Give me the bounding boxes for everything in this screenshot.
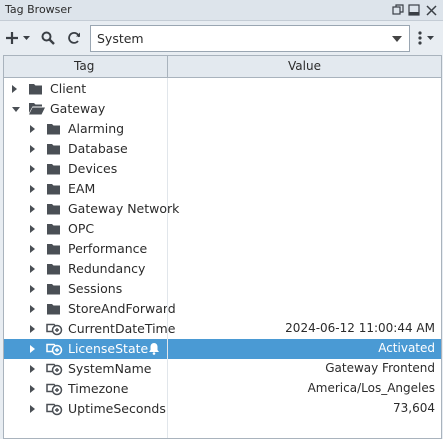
window-title: Tag Browser (5, 3, 72, 16)
folder-icon (46, 141, 62, 156)
expand-arrow-icon[interactable] (30, 125, 35, 133)
float-window-icon[interactable] (390, 2, 406, 18)
chevron-down-icon (392, 36, 402, 42)
expand-arrow-icon[interactable] (30, 345, 35, 353)
add-tag-button[interactable] (6, 28, 32, 48)
folder-icon (46, 181, 62, 196)
tree-row[interactable]: Gateway (4, 99, 441, 119)
folder-icon (46, 281, 62, 296)
expand-arrow-icon[interactable] (30, 325, 35, 333)
column-divider-line (167, 78, 168, 438)
tag-value: 73,604 (393, 401, 435, 415)
expand-arrow-icon[interactable] (30, 185, 35, 193)
tree-row[interactable]: Client (4, 79, 441, 99)
tag-provider-select[interactable]: System (90, 25, 410, 52)
tag-name: StoreAndForward (68, 301, 176, 316)
tag-tree-table: Tag Value Client Gateway Alarming Database D… (3, 55, 442, 439)
refresh-icon[interactable] (66, 28, 82, 48)
tree-row[interactable]: Database (4, 139, 441, 159)
tag-browser-window: Tag Browser System Tag Value Client Gate… (0, 0, 443, 439)
tag-name: EAM (68, 181, 96, 196)
expand-arrow-icon[interactable] (30, 205, 35, 213)
tag-name: Gateway (50, 101, 106, 116)
tree-row[interactable]: EAM (4, 179, 441, 199)
expand-arrow-icon[interactable] (30, 385, 35, 393)
expand-arrow-icon[interactable] (30, 365, 35, 373)
tree-row[interactable]: Alarming (4, 119, 441, 139)
minimize-window-icon[interactable] (406, 2, 422, 18)
folder-icon (46, 161, 62, 176)
expand-arrow-icon[interactable] (12, 85, 17, 93)
toolbar: System (0, 22, 443, 54)
folder-icon (46, 261, 62, 276)
tree-row[interactable]: Sessions (4, 279, 441, 299)
expand-arrow-icon[interactable] (30, 305, 35, 313)
tag-name: Sessions (68, 281, 123, 296)
tag-name: Performance (68, 241, 148, 256)
tag-value: America/Los_Angeles (307, 381, 435, 395)
expand-arrow-icon[interactable] (30, 285, 35, 293)
tag-value: Activated (378, 341, 435, 355)
column-header-tag[interactable]: Tag (74, 59, 94, 73)
tree-row[interactable]: UptimeSeconds 73,604 (4, 399, 441, 419)
expand-arrow-icon[interactable] (30, 145, 35, 153)
tree-row[interactable]: Timezone America/Los_Angeles (4, 379, 441, 399)
folder-open-icon (28, 101, 45, 116)
folder-icon (28, 81, 44, 96)
expand-arrow-icon[interactable] (30, 245, 35, 253)
tag-name: Client (50, 81, 87, 96)
tag-name: CurrentDateTime (68, 321, 176, 336)
column-divider[interactable] (167, 56, 168, 78)
alarm-bell-icon (148, 342, 160, 355)
tag-name: Gateway Network (68, 201, 180, 216)
collapse-arrow-icon[interactable] (12, 107, 20, 112)
tag-value: 2024-06-12 11:00:44 AM (285, 321, 435, 335)
tree-row[interactable]: SystemName Gateway Frontend (4, 359, 441, 379)
tree-row[interactable]: CurrentDateTime 2024-06-12 11:00:44 AM (4, 319, 441, 339)
tag-value: Gateway Frontend (325, 361, 435, 375)
tree-row[interactable]: OPC (4, 219, 441, 239)
expand-arrow-icon[interactable] (30, 165, 35, 173)
title-bar: Tag Browser (0, 0, 443, 21)
folder-icon (46, 121, 62, 136)
tag-name: Database (68, 141, 128, 156)
tag-name: Devices (68, 161, 118, 176)
tree-row[interactable]: LicenseState Activated (4, 339, 441, 359)
tree-row[interactable]: Redundancy (4, 259, 441, 279)
table-header: Tag Value (4, 56, 441, 78)
tag-icon (46, 341, 63, 356)
tag-name: OPC (68, 221, 95, 236)
tag-name: LicenseState (68, 341, 149, 356)
expand-arrow-icon[interactable] (30, 405, 35, 413)
tag-name: Timezone (68, 381, 129, 396)
folder-icon (46, 301, 62, 316)
tag-icon (46, 401, 63, 416)
expand-arrow-icon[interactable] (30, 265, 35, 273)
tag-icon (46, 361, 63, 376)
tag-name: SystemName (68, 361, 152, 376)
tree-row[interactable]: Gateway Network (4, 199, 441, 219)
expand-arrow-icon[interactable] (30, 225, 35, 233)
search-icon[interactable] (40, 28, 56, 48)
tree-row[interactable]: StoreAndForward (4, 299, 441, 319)
tag-icon (46, 321, 63, 336)
folder-icon (46, 241, 62, 256)
tag-icon (46, 381, 63, 396)
folder-icon (46, 221, 62, 236)
close-window-icon[interactable] (423, 2, 439, 18)
tag-name: Redundancy (68, 261, 146, 276)
tag-name: UptimeSeconds (68, 401, 166, 416)
folder-icon (46, 201, 62, 216)
tag-name: Alarming (68, 121, 125, 136)
tag-provider-value: System (97, 31, 144, 46)
more-options-button[interactable] (416, 28, 436, 48)
tree-row[interactable]: Performance (4, 239, 441, 259)
column-header-value[interactable]: Value (288, 59, 321, 73)
tree-row[interactable]: Devices (4, 159, 441, 179)
